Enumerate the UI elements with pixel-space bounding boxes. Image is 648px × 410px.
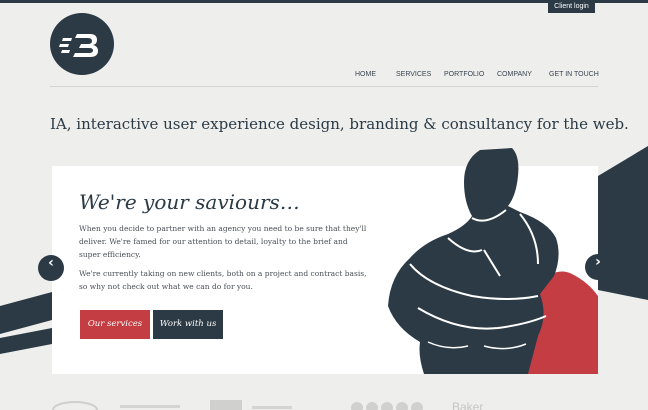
nav-item-home[interactable]: HOME bbox=[355, 70, 382, 87]
nav-gap bbox=[535, 70, 549, 86]
chevron-right-icon: › bbox=[595, 254, 601, 270]
slider-prev-button[interactable]: ‹ bbox=[38, 255, 64, 281]
nav-item-services[interactable]: SERVICES bbox=[396, 70, 431, 86]
header-divider bbox=[50, 86, 598, 87]
client-logos-shapes bbox=[52, 400, 423, 410]
chevron-left-icon: ‹ bbox=[48, 255, 54, 271]
nav-gap bbox=[429, 70, 444, 86]
work-with-us-button[interactable]: Work with us bbox=[153, 310, 223, 339]
b-logo-icon bbox=[59, 34, 98, 57]
slider-next-button[interactable]: › bbox=[585, 254, 611, 280]
logo[interactable] bbox=[50, 13, 114, 75]
client-login-button[interactable]: Client login bbox=[548, 0, 595, 13]
hero-paragraph: When you decide to partner with an agenc… bbox=[79, 224, 367, 259]
client-logo-baker: Baker bbox=[452, 400, 484, 410]
hero-heading: We're your saviours… bbox=[79, 190, 300, 214]
main-nav: HOME SERVICES PORTFOLIO COMPANY GET IN T… bbox=[355, 70, 599, 87]
superhero-illustration bbox=[388, 148, 598, 374]
hero-paragraph: We're currently taking on new clients, b… bbox=[79, 269, 367, 291]
nav-item-get-in-touch[interactable]: GET IN TOUCH bbox=[549, 70, 599, 86]
nav-item-company[interactable]: COMPANY bbox=[497, 70, 535, 86]
nav-gap bbox=[483, 70, 497, 86]
nav-gap bbox=[382, 70, 396, 86]
nav-item-portfolio[interactable]: PORTFOLIO bbox=[444, 70, 484, 86]
client-logos-strip: Baker bbox=[0, 396, 648, 410]
our-services-button[interactable]: Our services bbox=[80, 310, 150, 339]
